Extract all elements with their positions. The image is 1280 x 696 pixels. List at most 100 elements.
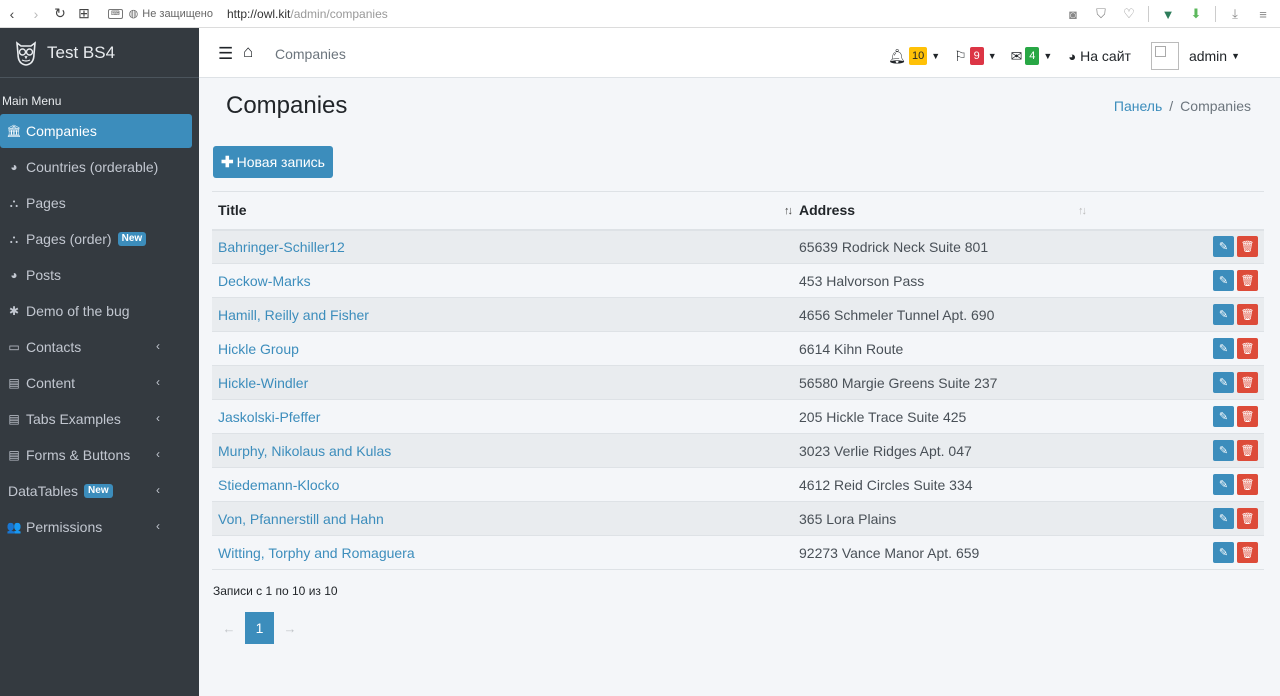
- cell-address: 92273 Vance Manor Apt. 659: [793, 535, 1093, 570]
- cell-address: 6614 Kihn Route: [793, 331, 1093, 366]
- sidebar-item-tabs-examples[interactable]: ▤ Tabs Examples ‹: [0, 402, 192, 436]
- breadcrumb-home[interactable]: Панель: [1114, 98, 1162, 114]
- heart-icon[interactable]: ♡: [1120, 4, 1138, 24]
- sidebar-item-pages-order[interactable]: ⛬ Pages (order) New: [0, 222, 192, 256]
- pencil-icon: ✎: [1218, 309, 1229, 321]
- edit-button[interactable]: ✎: [1213, 440, 1234, 461]
- cell-title: Hamill, Reilly and Fisher: [212, 297, 793, 332]
- table-header-row: Title ↑↓ Address ↑↓: [212, 191, 1264, 231]
- user-dropdown[interactable]: admin ▼: [1189, 48, 1240, 64]
- pager-page-1[interactable]: 1: [245, 612, 274, 644]
- cell-address: 205 Hickle Trace Suite 425: [793, 399, 1093, 434]
- company-title-link[interactable]: Bahringer-Schiller12: [218, 239, 345, 255]
- messages-badge: 4: [1025, 47, 1040, 65]
- apps-icon[interactable]: ⊞: [74, 4, 94, 24]
- trash-icon: 🗑︎: [1240, 343, 1255, 355]
- sidebar-item-companies[interactable]: 🏛 Companies: [0, 114, 192, 148]
- company-title-link[interactable]: Von, Pfannerstill and Hahn: [218, 511, 384, 527]
- delete-button[interactable]: 🗑︎: [1237, 406, 1258, 427]
- sidebar-item-contacts[interactable]: ▭ Contacts ‹: [0, 330, 192, 364]
- hamburger-icon[interactable]: ☰: [218, 44, 233, 64]
- breadcrumb-separator: /: [1169, 98, 1174, 114]
- chevron-left-icon: ‹: [156, 447, 160, 461]
- company-title-link[interactable]: Deckow-Marks: [218, 273, 311, 289]
- sidebar-item-label: Demo of the bug: [26, 303, 130, 319]
- reload-icon[interactable]: ↻: [50, 4, 70, 24]
- browser-toolbar: ‹ › ↻ ⊞ ⌨ ◍ Не защищено http://owl.kit/a…: [0, 0, 1280, 28]
- delete-button[interactable]: 🗑︎: [1237, 236, 1258, 258]
- company-title-link[interactable]: Witting, Torphy and Romaguera: [218, 545, 415, 561]
- brand[interactable]: Test BS4: [0, 28, 199, 78]
- company-title-link[interactable]: Stiedemann-Klocko: [218, 477, 339, 493]
- edit-button[interactable]: ✎: [1213, 474, 1234, 495]
- globe-icon: ◕: [10, 268, 18, 282]
- edit-button[interactable]: ✎: [1213, 304, 1234, 325]
- menu-icon[interactable]: ≡: [1254, 4, 1272, 24]
- navbar-crumb[interactable]: Companies: [275, 46, 346, 62]
- sort-icon[interactable]: ↑↓: [1078, 205, 1087, 217]
- delete-button[interactable]: 🗑︎: [1237, 304, 1258, 325]
- notifications-dropdown[interactable]: 🔔︎ 10 ▼: [888, 47, 940, 65]
- table-row: Witting, Torphy and Romaguera 92273 Vance…: [212, 535, 1264, 570]
- pager-next[interactable]: →: [274, 612, 306, 644]
- delete-button[interactable]: 🗑︎: [1237, 542, 1258, 563]
- flags-badge: 9: [969, 47, 984, 65]
- sitemap-icon: ⛬: [9, 195, 19, 210]
- sort-asc-icon[interactable]: ↑↓: [784, 205, 793, 217]
- table-row: Jaskolski-Pfeffer 205 Hickle Trace Suite …: [212, 399, 1264, 434]
- sidebar-item-posts[interactable]: ◕ Posts: [0, 258, 192, 292]
- forward-icon[interactable]: ›: [26, 4, 46, 24]
- edit-button[interactable]: ✎: [1213, 236, 1234, 258]
- sidebar-item-forms-buttons[interactable]: ▤ Forms & Buttons ‹: [0, 438, 192, 472]
- cell-address: 453 Halvorson Pass: [793, 263, 1093, 298]
- sidebar-item-countries[interactable]: ◕ Countries (orderable): [0, 150, 192, 184]
- delete-button[interactable]: 🗑︎: [1237, 372, 1258, 393]
- delete-button[interactable]: 🗑︎: [1237, 508, 1258, 529]
- back-icon[interactable]: ‹: [2, 4, 22, 24]
- download-icon[interactable]: ⤓: [1226, 4, 1244, 24]
- download-ext-icon[interactable]: ⬇: [1187, 4, 1205, 24]
- sidebar-item-pages[interactable]: ⛬ Pages: [0, 186, 192, 220]
- edit-button[interactable]: ✎: [1213, 270, 1234, 291]
- page-title: Companies: [226, 92, 348, 119]
- company-title-link[interactable]: Hickle-Windler: [218, 375, 308, 391]
- home-icon[interactable]: ⌂: [243, 42, 253, 62]
- company-title-link[interactable]: Murphy, Nikolaus and Kulas: [218, 443, 391, 459]
- edit-button[interactable]: ✎: [1213, 508, 1234, 529]
- breadcrumb-current: Companies: [1180, 98, 1251, 114]
- column-address-header[interactable]: Address ↑↓: [793, 191, 1093, 231]
- delete-button[interactable]: 🗑︎: [1237, 270, 1258, 291]
- vue-icon[interactable]: ▼: [1159, 4, 1177, 24]
- company-title-link[interactable]: Hamill, Reilly and Fisher: [218, 307, 369, 323]
- delete-button[interactable]: 🗑︎: [1237, 440, 1258, 461]
- sidebar-item-demo-bug[interactable]: ✱ Demo of the bug: [0, 294, 192, 328]
- delete-button[interactable]: 🗑︎: [1237, 474, 1258, 495]
- flags-dropdown[interactable]: ⚐ 9 ▼: [954, 47, 997, 65]
- keyboard-icon: ⌨: [108, 8, 123, 19]
- company-title-link[interactable]: Hickle Group: [218, 341, 299, 357]
- trash-icon: 🗑︎: [1240, 513, 1255, 525]
- sidebar-item-label: Content: [26, 375, 76, 391]
- table-row: Hamill, Reilly and Fisher 4656 Schmeler T…: [212, 297, 1264, 332]
- messages-dropdown[interactable]: ✉ 4 ▼: [1011, 47, 1052, 65]
- pager-prev[interactable]: ←: [213, 612, 245, 644]
- sidebar-item-content[interactable]: ▤ Content ‹: [0, 366, 192, 400]
- edit-button[interactable]: ✎: [1213, 338, 1234, 359]
- company-title-link[interactable]: Jaskolski-Pfeffer: [218, 409, 320, 425]
- sidebar-item-permissions[interactable]: 👥 Permissions ‹: [0, 510, 192, 544]
- globe-icon: ◕: [1068, 48, 1077, 64]
- delete-button[interactable]: 🗑︎: [1237, 338, 1258, 359]
- site-link[interactable]: ◕ На сайт: [1068, 48, 1131, 64]
- avatar[interactable]: [1150, 42, 1179, 70]
- chevron-left-icon: ‹: [156, 483, 160, 497]
- address-bar[interactable]: ⌨ ◍ Не защищено http://owl.kit/admin/com…: [108, 7, 388, 21]
- column-title-header[interactable]: Title ↑↓: [212, 191, 793, 231]
- new-record-button[interactable]: ✚ Новая запись: [213, 146, 333, 178]
- shield-icon[interactable]: ⛉: [1092, 4, 1110, 24]
- sidebar-item-datatables[interactable]: DataTables New ‹: [0, 474, 192, 508]
- edit-button[interactable]: ✎: [1213, 372, 1234, 393]
- edit-button[interactable]: ✎: [1213, 406, 1234, 427]
- edit-button[interactable]: ✎: [1213, 542, 1234, 563]
- sidebar-item-label: Countries (orderable): [26, 159, 159, 175]
- camera-icon[interactable]: ◙: [1064, 4, 1082, 24]
